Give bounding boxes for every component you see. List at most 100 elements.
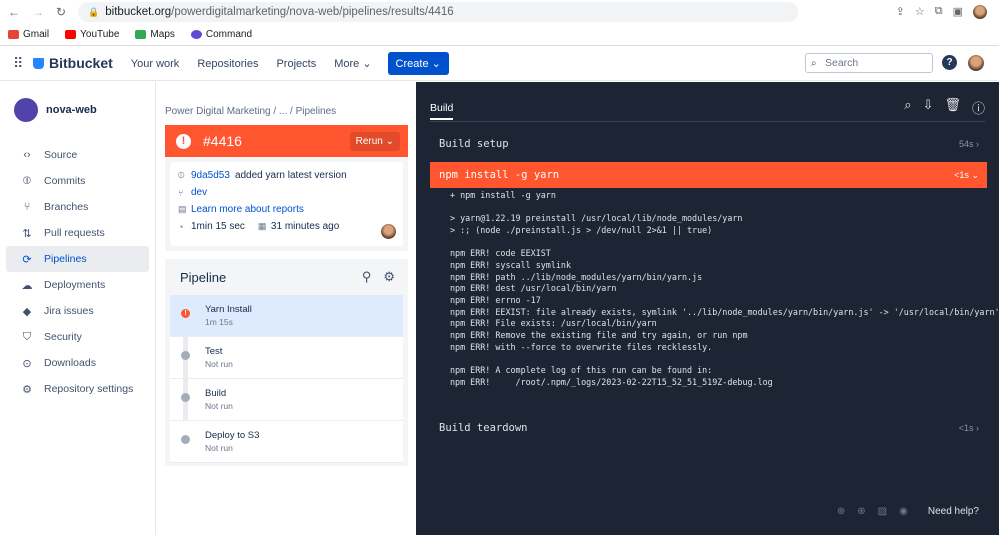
download-icon[interactable]: ⇩	[923, 98, 934, 117]
sidebar-item-commits[interactable]: ⦶ Commits	[0, 168, 155, 194]
nav-repositories[interactable]: Repositories	[197, 58, 258, 70]
search-input[interactable]: Search	[805, 53, 933, 73]
branch-icon: ⑂	[178, 187, 184, 198]
breadcrumb[interactable]: Power Digital Marketing / ... / Pipeline…	[165, 106, 336, 117]
pipeline-step[interactable]: Test Not run	[170, 337, 403, 379]
expand-icon[interactable]: ▨	[878, 506, 887, 517]
scroll-down-icon[interactable]: ⊕	[837, 506, 845, 517]
profile-avatar[interactable]	[973, 5, 987, 19]
lock-icon: 🔒	[88, 6, 100, 17]
share-icon[interactable]: ⇪	[896, 5, 905, 19]
step-pending-icon	[181, 393, 190, 402]
sidebar-item-deployments[interactable]: ☁ Deployments	[0, 272, 155, 298]
nav-projects[interactable]: Projects	[276, 58, 316, 70]
pin-icon[interactable]: ⚲	[362, 269, 372, 285]
sidebar-icon[interactable]: ▣	[953, 5, 963, 19]
sidebar-item-label: Pipelines	[44, 253, 87, 265]
chevron-right-icon: ›	[976, 139, 979, 149]
help-button[interactable]: ?	[942, 55, 957, 70]
chevron-right-icon: ›	[976, 423, 979, 433]
extensions-icon[interactable]: ⧉	[935, 5, 943, 19]
sidebar-item-label: Deployments	[44, 279, 106, 291]
pipeline-step[interactable]: ! Yarn Install 1m 15s	[170, 295, 403, 337]
repo-header[interactable]: nova-web	[14, 98, 155, 122]
user-avatar[interactable]	[968, 55, 984, 71]
reload-icon[interactable]: ↻	[56, 5, 66, 19]
section-time: <1s	[958, 423, 974, 433]
sidebar-item-pipelines[interactable]: ⟳ Pipelines	[6, 246, 149, 272]
scroll-up-icon[interactable]: ⊕	[857, 506, 865, 517]
sidebar-item-source[interactable]: ‹› Source	[0, 142, 155, 168]
forward-icon[interactable]: →	[32, 5, 44, 19]
step-name: Yarn Install	[205, 304, 252, 315]
time-ago: 31 minutes ago	[270, 221, 340, 232]
settings-icon[interactable]: ⚙	[383, 269, 395, 285]
reports-icon: ▤	[178, 204, 187, 214]
star-icon[interactable]: ☆	[915, 5, 925, 19]
sidebar-item-pull-requests[interactable]: ⇅ Pull requests	[0, 220, 155, 246]
sidebar-item-repository-settings[interactable]: ⚙ Repository settings	[0, 376, 155, 402]
reports-link[interactable]: Learn more about reports	[191, 204, 304, 215]
sidebar-icon: ⑂	[23, 201, 31, 213]
sidebar-item-label: Source	[44, 149, 78, 161]
section-name: Build teardown	[439, 422, 528, 434]
commit-hash-link[interactable]: 9da5d53	[191, 170, 230, 181]
sidebar-item-downloads[interactable]: ⊙ Downloads	[0, 350, 155, 376]
step-name: Deploy to S3	[205, 430, 260, 441]
section-npm-install[interactable]: npm install -g yarn <1s ⌄	[430, 162, 987, 188]
pipeline-run-panel: Power Digital Marketing / ... / Pipeline…	[156, 82, 416, 535]
info-icon[interactable]: ⓘ	[972, 98, 985, 117]
sidebar-item-label: Branches	[44, 201, 89, 213]
sidebar-item-label: Downloads	[44, 357, 96, 369]
pipeline-step[interactable]: Build Not run	[170, 379, 403, 421]
repo-avatar	[14, 98, 38, 122]
bookmark-maps[interactable]: Maps	[135, 29, 175, 40]
step-status: 1m 15s	[205, 317, 233, 327]
app-switcher-icon[interactable]: ⠿	[13, 55, 25, 72]
create-button[interactable]: Create ⌄	[387, 51, 449, 75]
bitbucket-logo[interactable]: Bitbucket	[33, 55, 113, 71]
rerun-button[interactable]: Rerun ⌄	[349, 131, 400, 151]
back-icon[interactable]: ←	[8, 5, 20, 19]
pipeline-step[interactable]: Deploy to S3 Not run	[170, 421, 403, 463]
sidebar-item-label: Security	[44, 331, 82, 343]
sidebar-item-branches[interactable]: ⑂ Branches	[0, 194, 155, 220]
sidebar-item-jira-issues[interactable]: ◆ Jira issues	[0, 298, 155, 324]
sidebar-item-label: Commits	[44, 175, 86, 187]
nav-your-work[interactable]: Your work	[131, 58, 180, 70]
repo-sidebar: nova-web ‹› Source ⦶ Commits ⑂ Branches ⇅ Pull …	[0, 82, 156, 535]
sidebar-item-label: Pull requests	[44, 227, 105, 239]
bookmark-label: Command	[205, 29, 253, 40]
top-navigation: ⠿ Bitbucket Your work Repositories Project…	[0, 46, 999, 81]
sidebar-item-security[interactable]: ⛉ Security	[0, 324, 155, 350]
author-avatar[interactable]	[381, 224, 396, 239]
trash-icon[interactable]: 🗑	[944, 98, 961, 117]
step-name: Test	[205, 346, 223, 357]
clock-icon: ◔	[178, 221, 184, 232]
search-icon[interactable]: ⌕	[904, 98, 911, 117]
pipeline-steps: Pipeline ⚲ ⚙ ! Yarn Install 1m 15s Test Not ru…	[165, 259, 408, 466]
address-bar[interactable]: 🔒 bitbucket.org/powerdigitalmarketing/nov…	[78, 2, 799, 22]
eye-icon[interactable]: ◉	[899, 506, 908, 517]
nav-more[interactable]: More ⌄	[334, 58, 371, 70]
section-time: <1s	[954, 169, 969, 180]
sidebar-icon: ⦶	[23, 174, 31, 187]
step-status: Not run	[205, 359, 233, 369]
bookmark-label: YouTube	[80, 29, 120, 40]
need-help-link[interactable]: Need help?	[928, 506, 979, 517]
sidebar-icon: ⇅	[22, 227, 32, 240]
section-time: 54s	[958, 139, 974, 149]
sidebar-icon: ◆	[22, 305, 32, 318]
bookmark-command[interactable]: Command	[190, 29, 253, 40]
section-build-setup[interactable]: Build setup 54s ›	[430, 131, 987, 157]
bookmark-label: Gmail	[23, 29, 50, 40]
sidebar-item-label: Jira issues	[44, 305, 94, 317]
bookmark-gmail[interactable]: Gmail	[8, 29, 49, 40]
section-build-teardown[interactable]: Build teardown <1s ›	[430, 415, 987, 441]
branch-link[interactable]: dev	[191, 187, 207, 198]
section-name: npm install -g yarn	[439, 169, 560, 181]
build-log-panel: Build ⌕ ⇩ 🗑 ⓘ Build setup 54s › npm install …	[416, 82, 999, 535]
tab-build[interactable]: Build	[430, 102, 454, 120]
sidebar-icon: ⊙	[22, 357, 32, 370]
bookmark-youtube[interactable]: YouTube	[65, 29, 119, 40]
